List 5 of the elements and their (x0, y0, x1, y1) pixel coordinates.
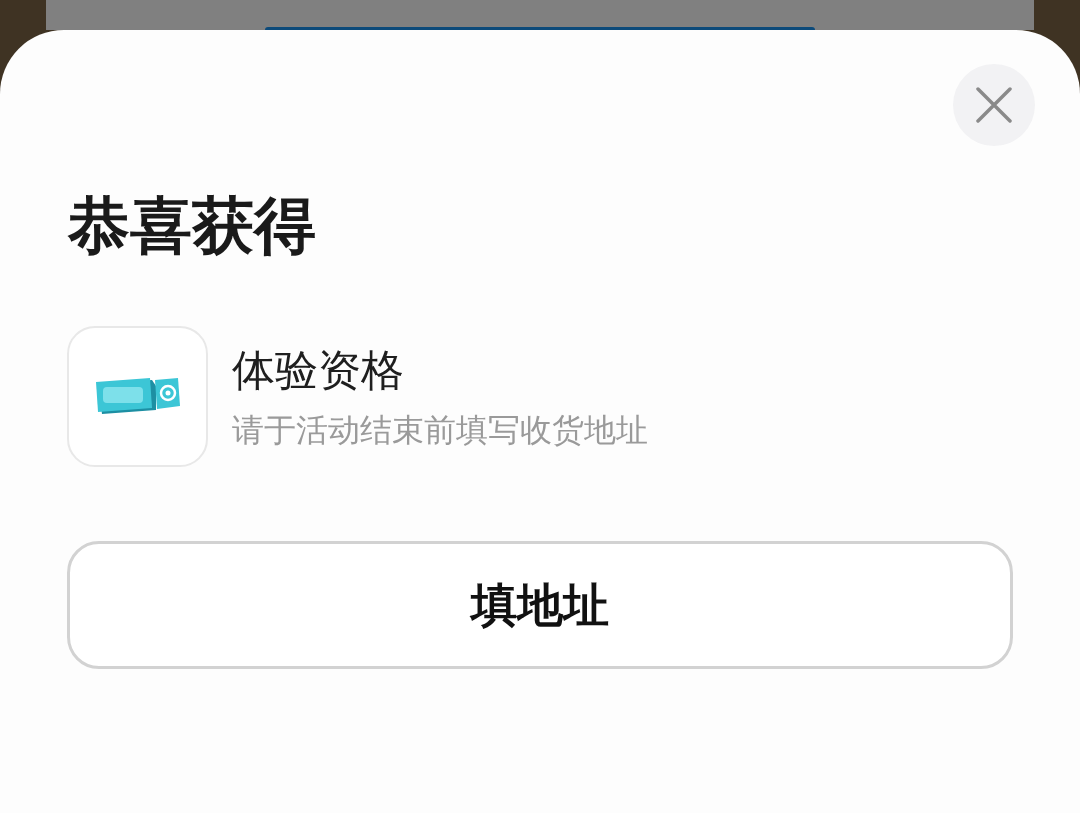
close-icon (976, 87, 1012, 123)
fill-address-button[interactable]: 填地址 (67, 541, 1013, 669)
prize-note: 请于活动结束前填写收货地址 (232, 410, 648, 450)
prize-name: 体验资格 (232, 344, 404, 396)
dialog-title: 恭喜获得 (68, 190, 316, 262)
